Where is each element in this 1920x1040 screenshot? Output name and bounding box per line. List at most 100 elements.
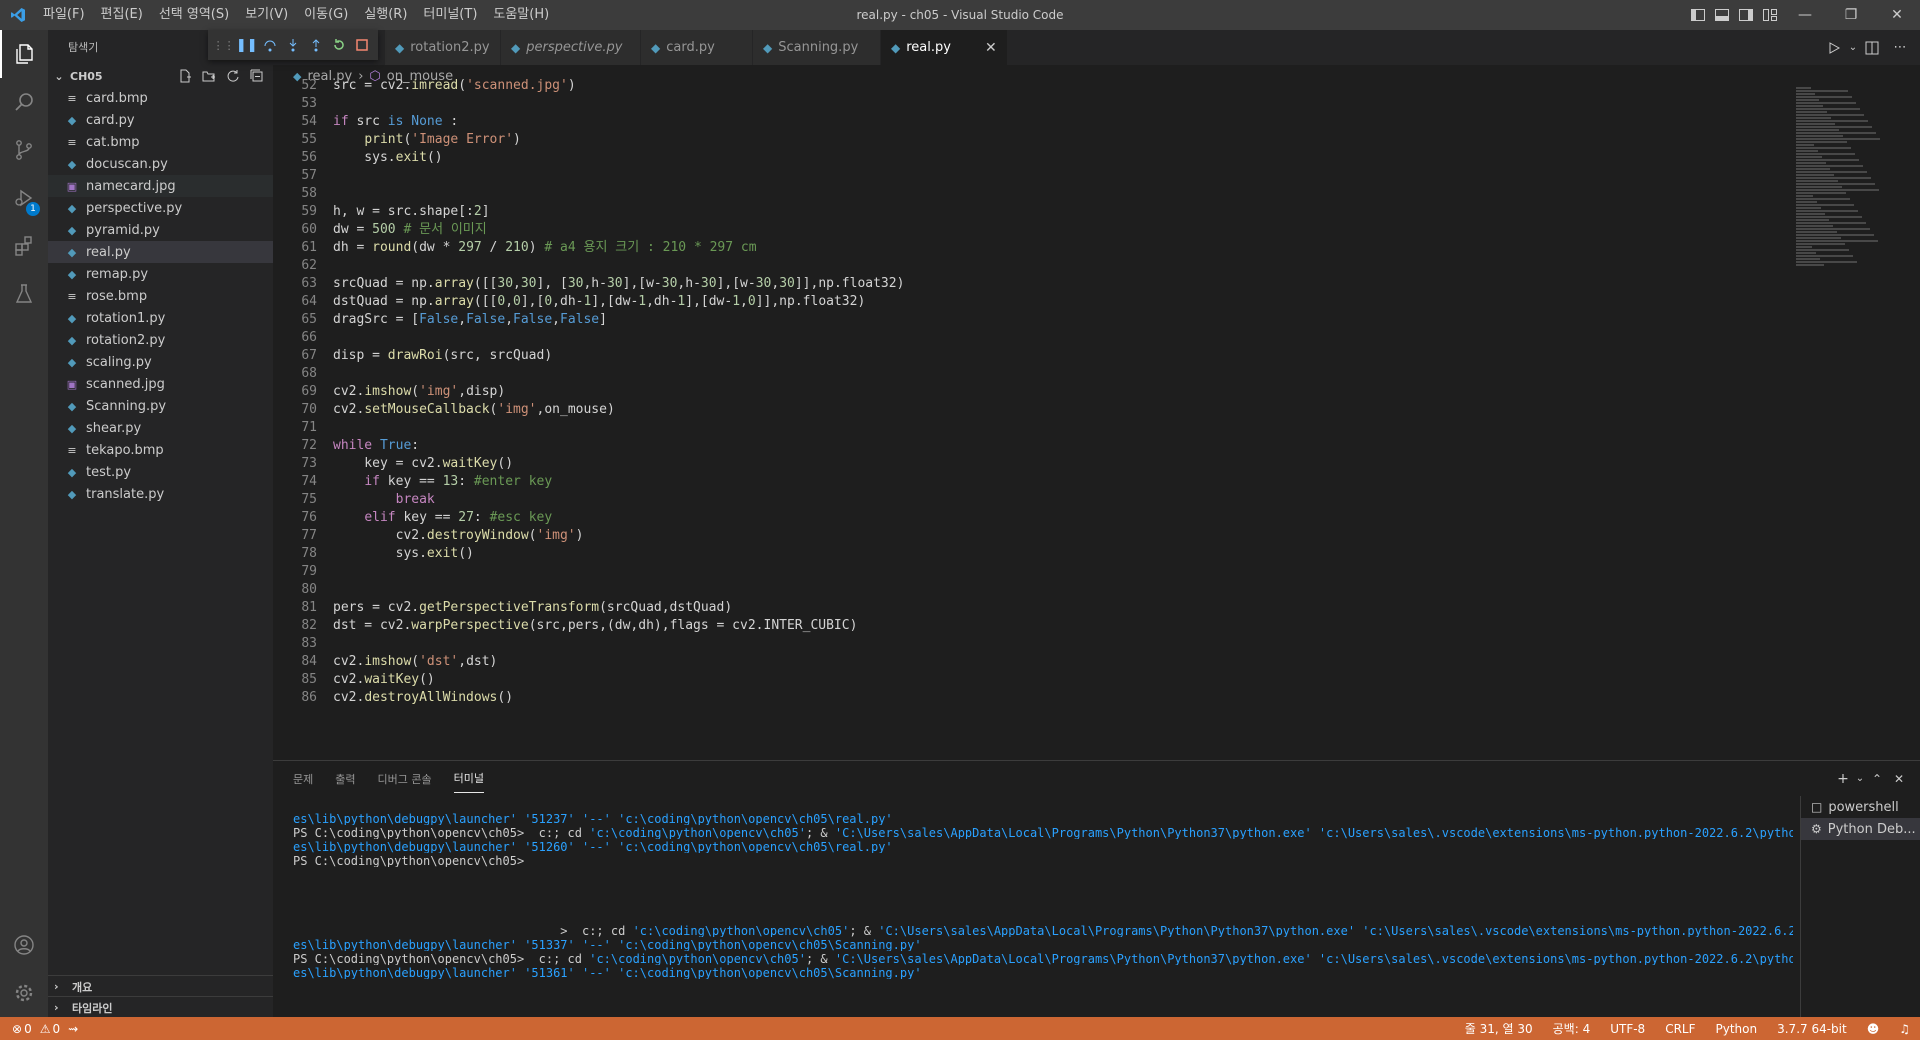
file-item[interactable]: ◆ docuscan.py [48,153,273,175]
menu-go[interactable]: 이동(G) [296,0,356,30]
file-item[interactable]: ◆ rotation2.py [48,329,273,351]
file-item[interactable]: ▣ scanned.jpg [48,373,273,395]
collapse-all-icon[interactable] [245,69,269,83]
minimize-icon[interactable]: — [1782,0,1828,30]
toggle-secondary-sidebar-icon[interactable] [1734,0,1758,30]
file-item[interactable]: ◆ remap.py [48,263,273,285]
panel-tab-output[interactable]: 출력 [335,765,355,793]
file-item[interactable]: ◆ rotation1.py [48,307,273,329]
new-folder-icon[interactable] [197,69,221,83]
file-item[interactable]: ≡ card.bmp [48,87,273,109]
drag-handle-icon[interactable]: ⋮⋮ [212,30,235,60]
restore-icon[interactable]: ❐ [1828,0,1874,30]
refresh-icon[interactable] [221,69,245,83]
new-terminal-icon[interactable]: + [1832,771,1854,787]
menu-terminal[interactable]: 터미널(T) [415,0,485,30]
code-token: () [426,150,443,165]
timeline-section[interactable]: › 타임라인 [48,996,273,1018]
cursor-position[interactable]: 줄 31, 열 30 [1455,1020,1543,1037]
warning-count[interactable]: 0 [52,1022,60,1036]
chevron-down-icon[interactable]: ⌄ [1848,42,1858,53]
menu-run[interactable]: 실행(R) [356,0,415,30]
extensions-icon[interactable] [0,222,48,270]
new-file-icon[interactable] [173,69,197,83]
end-of-line[interactable]: CRLF [1655,1022,1705,1036]
terminal-item-python-debug[interactable]: ⚙ Python Deb... [1801,818,1920,840]
source-control-icon[interactable] [0,126,48,174]
python-interpreter[interactable]: 3.7.7 64-bit [1767,1022,1857,1036]
code-line: 54 if src is None : [273,113,904,131]
error-count[interactable]: 0 [24,1022,32,1036]
line-number: 78 [301,546,317,561]
code-editor[interactable]: 52 src = cv2.imread('scanned.jpg') 53 54 if … [273,78,1920,760]
file-item[interactable]: ◆ pyramid.py [48,219,273,241]
code-token: , [458,312,467,327]
language-mode[interactable]: Python [1706,1022,1768,1036]
chevron-down-icon[interactable]: ⌄ [1854,773,1866,784]
panel-tab-terminal[interactable]: 터미널 [453,764,484,793]
split-editor-icon[interactable] [1858,41,1886,55]
file-item[interactable]: ◆ test.py [48,461,273,483]
tab-real[interactable]: ◆ real.py ✕ [881,30,1008,65]
indentation[interactable]: 공백: 4 [1543,1020,1601,1037]
terminal-output[interactable]: es\lib\python\debugpy\launcher' '51237' … [293,811,1793,979]
close-window-icon[interactable]: ✕ [1874,0,1920,30]
toggle-sidebar-icon[interactable] [1686,0,1710,30]
terminal-token: > c:; cd [293,924,633,937]
restart-icon[interactable] [328,30,351,60]
code-token: disp = [333,348,388,363]
testing-icon[interactable] [0,270,48,318]
folder-ch05[interactable]: ⌄ CH05 [48,65,273,87]
panel-tab-problems[interactable]: 문제 [293,765,313,793]
panel-tab-debug-console[interactable]: 디버그 콘솔 [378,765,432,793]
account-icon[interactable] [0,921,48,969]
tab-rotation2[interactable]: ◆ rotation2.py [385,30,501,65]
menu-edit[interactable]: 편집(E) [93,0,151,30]
file-item[interactable]: ≡ rose.bmp [48,285,273,307]
stop-icon[interactable] [351,30,374,60]
debug-launch-icon[interactable]: ⇝ [68,1022,78,1036]
notifications-bell-icon[interactable]: ♫ [1889,1022,1920,1036]
toggle-panel-icon[interactable] [1710,0,1734,30]
file-item[interactable]: ◆ scaling.py [48,351,273,373]
minimap[interactable] [1796,87,1906,267]
close-panel-icon[interactable]: ✕ [1888,772,1910,786]
more-actions-icon[interactable]: ⋯ [1886,40,1914,55]
customize-layout-icon[interactable] [1758,0,1782,30]
step-over-icon[interactable] [258,30,281,60]
step-out-icon[interactable] [305,30,328,60]
encoding[interactable]: UTF-8 [1600,1022,1655,1036]
line-number: 60 [301,222,317,237]
file-item[interactable]: ◆ real.py [48,241,273,263]
search-icon[interactable] [0,78,48,126]
file-item[interactable]: ≡ cat.bmp [48,131,273,153]
run-debug-icon[interactable]: 1 [0,174,48,222]
feedback-icon[interactable]: ☻ [1857,1022,1890,1036]
tab-scanning[interactable]: ◆ Scanning.py [753,30,881,65]
step-into-icon[interactable] [281,30,304,60]
file-item[interactable]: ▣ namecard.jpg [48,175,273,197]
code-token: ,dh- [646,294,678,309]
outline-section[interactable]: › 개요 [48,975,273,997]
menu-view[interactable]: 보기(V) [237,0,296,30]
file-item[interactable]: ◆ translate.py [48,483,273,505]
file-item[interactable]: ◆ perspective.py [48,197,273,219]
maximize-panel-icon[interactable]: ⌃ [1866,772,1888,786]
file-item[interactable]: ≡ tekapo.bmp [48,439,273,461]
close-tab-icon[interactable]: ✕ [985,40,997,56]
tab-card[interactable]: ◆ card.py [641,30,753,65]
settings-gear-icon[interactable] [0,969,48,1017]
menu-file[interactable]: 파일(F) [35,0,93,30]
terminal-item-powershell[interactable]: □ powershell [1801,796,1920,818]
file-item[interactable]: ◆ Scanning.py [48,395,273,417]
file-item[interactable]: ◆ shear.py [48,417,273,439]
minimap-row [1796,141,1847,143]
run-file-icon[interactable] [1820,41,1848,54]
pause-icon[interactable]: ❚❚ [235,30,258,60]
menu-help[interactable]: 도움말(H) [485,0,557,30]
file-item[interactable]: ◆ card.py [48,109,273,131]
menu-selection[interactable]: 선택 영역(S) [151,0,237,30]
tab-perspective[interactable]: ◆ perspective.py [501,30,641,65]
explorer-icon[interactable] [0,30,48,78]
